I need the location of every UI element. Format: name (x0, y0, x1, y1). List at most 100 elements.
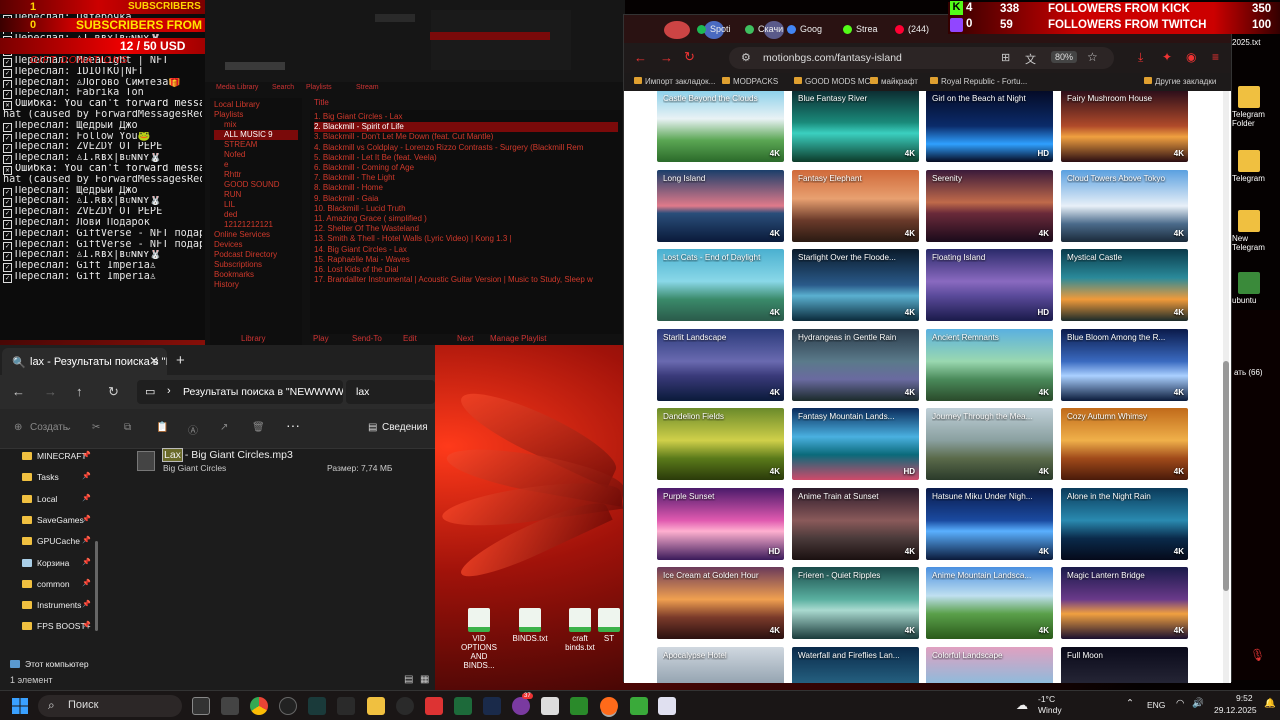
install-icon[interactable]: ⊞ (1001, 51, 1010, 64)
forward-arrow-icon[interactable]: → (44, 384, 57, 399)
player-tab[interactable]: Playlists (306, 84, 332, 91)
site-info-icon[interactable]: ⚙ (741, 51, 751, 64)
new-tab-button[interactable]: + (176, 352, 185, 369)
library-tree-item[interactable]: Playlists (214, 110, 298, 120)
app-icon[interactable] (425, 697, 443, 715)
wallpaper-card[interactable]: Purple Sunset HD (657, 487, 784, 560)
desktop-icon-right[interactable]: Telegram (1232, 150, 1280, 183)
wallpaper-card[interactable]: Apocalypse Hotel (657, 646, 784, 683)
wallpaper-card[interactable]: Journey Through the Mea... 4K (926, 408, 1053, 480)
track-row[interactable]: 17. Brandallter Instrumental | Acoustic … (314, 275, 618, 285)
desktop-icon-right[interactable]: New Telegram (1232, 210, 1280, 252)
zoom-level[interactable]: 80% (1051, 51, 1078, 63)
sidebar-item[interactable]: Local 📌 (22, 494, 91, 504)
wallpaper-card[interactable]: Starlit Landscape 4K (657, 328, 784, 401)
download-icon[interactable]: ⤓ (1138, 50, 1143, 65)
taskbar-search[interactable]: ⌕ Поиск (38, 695, 182, 717)
library-tree-item[interactable]: Devices (214, 240, 298, 250)
player-tab[interactable]: Media Library (216, 84, 258, 91)
sidebar-item[interactable]: MINECRAFT 📌 (22, 451, 91, 461)
path-field[interactable]: ▭ › Результаты поиска в "NEWWWW" (137, 380, 343, 404)
player-library-tree[interactable]: Local Library Playlists mix ALL MUSIC 9 STRE… (210, 98, 302, 348)
firefox-icon[interactable] (600, 697, 618, 715)
track-row[interactable]: 3. Blackmill - Don't Let Me Down (feat. … (314, 132, 618, 142)
sidebar-item[interactable]: SaveGames 📌 (22, 515, 91, 525)
wallpaper-card[interactable]: Frieren - Quiet Ripples 4K (792, 567, 919, 639)
wallpaper-card[interactable]: Fantasy Mountain Lands... HD (792, 408, 919, 480)
wallpaper-card[interactable]: Cozy Autumn Whimsy 4K (1061, 408, 1188, 480)
excel-icon[interactable] (454, 697, 472, 715)
details-button[interactable]: Сведения (382, 422, 428, 433)
library-tree-item[interactable]: LIL (214, 200, 298, 210)
wallpaper-card[interactable]: Floating Island HD (926, 249, 1053, 321)
track-row[interactable]: 6. Blackmill - Coming of Age (314, 163, 618, 173)
track-list-header[interactable]: Title (310, 98, 622, 108)
player-tab[interactable]: Stream (356, 84, 379, 91)
forward-arrow-icon[interactable]: → (660, 50, 673, 65)
wallpaper-card[interactable]: Cloud Towers Above Tokyo 4K (1061, 169, 1188, 242)
up-arrow-icon[interactable]: ↑ (76, 384, 83, 399)
file-explorer-window[interactable]: 🔍 lax - Результаты поиска в "NE ✕ + ← → … (0, 345, 435, 690)
track-row[interactable]: 2. Blackmill - Spirit of Life (314, 122, 618, 133)
sidebar-scrollbar[interactable] (95, 541, 98, 631)
paste-icon[interactable]: 📋 (156, 422, 168, 433)
sidebar-item[interactable]: Instruments 📌 (22, 600, 91, 610)
bookmark-item[interactable]: Royal Republic - Fortu... (930, 77, 1027, 86)
browser-tab[interactable]: Скачи (742, 19, 787, 41)
library-tree-item[interactable]: RUN (214, 190, 298, 200)
sidebar-item[interactable]: Этот компьютер (10, 659, 89, 669)
player-track-list[interactable]: 1. Big Giant Circles - Lax 2. Blackmill -… (310, 110, 622, 334)
browser-window[interactable]: SpotiСкачиGoogStrea(244)✕ ← → ↻ ⚙ motion… (623, 14, 1232, 683)
page-scrollbar-thumb[interactable] (1223, 361, 1229, 591)
track-row[interactable]: 5. Blackmill - Let It Be (feat. Veela) (314, 153, 618, 163)
library-tree-item[interactable]: ALL MUSIC 9 (214, 130, 298, 140)
explorer-tab[interactable]: 🔍 lax - Результаты поиска в "NE ✕ (2, 348, 167, 375)
wallpaper-card[interactable]: Serenity 4K (926, 169, 1053, 242)
bookmark-item[interactable]: MODPACKS (722, 77, 778, 86)
library-tree-item[interactable]: Podcast Directory (214, 250, 298, 260)
desktop-icon-right[interactable]: ubuntu (1232, 272, 1280, 305)
music-player-window[interactable]: Media Library Search Playlists Stream Lo… (205, 0, 625, 348)
wallpaper-card[interactable]: Hydrangeas in Gentle Rain 4K (792, 328, 919, 401)
notifications-icon[interactable]: 🔔 (1264, 698, 1276, 709)
browser-tab[interactable]: Spoti (694, 19, 735, 41)
wallpaper-card[interactable]: Fantasy Elephant 4K (792, 169, 919, 242)
microphone-icon[interactable]: 🎙 (1250, 648, 1265, 662)
close-icon[interactable]: ✕ (149, 354, 159, 368)
bookmark-item[interactable]: Импорт закладок... (634, 77, 715, 86)
app-icon[interactable] (630, 697, 648, 715)
track-row[interactable]: 13. Smith & Thell - Hotel Walls (Lyric V… (314, 234, 618, 244)
clock-time[interactable]: 9:52 (1236, 693, 1253, 703)
wallpaper-card[interactable]: Dandelion Fields 4K (657, 408, 784, 480)
wallpaper-card[interactable]: Waterfall and Fireflies Lan... (792, 646, 919, 683)
library-tree-item[interactable]: History (214, 280, 298, 290)
library-tree-item[interactable]: e (214, 160, 298, 170)
track-row[interactable]: 14. Big Giant Circles - Lax (314, 245, 618, 255)
track-row[interactable]: 7. Blackmill - The Light (314, 173, 618, 183)
notepad-icon[interactable] (658, 697, 676, 715)
app-icon[interactable] (396, 697, 414, 715)
library-tree-item[interactable]: mix (214, 120, 298, 130)
library-tree-item[interactable]: STREAM (214, 140, 298, 150)
delete-icon[interactable]: 🗑 (252, 422, 265, 433)
url-bar[interactable]: ⚙ motionbgs.com/fantasy-island ⊞ 文 80% ☆ (729, 47, 1114, 69)
wallpaper-card[interactable]: Blue Bloom Among the R... 4K (1061, 328, 1188, 401)
wallpaper-card[interactable]: Long Island 4K (657, 169, 784, 242)
browser-tab[interactable]: Strea (840, 19, 882, 41)
copy-icon[interactable]: ⧉ (124, 422, 131, 433)
player-bottom-button[interactable]: Play (313, 334, 329, 343)
player-tabs[interactable]: Media Library Search Playlists Stream (210, 84, 620, 96)
sidebar-item[interactable]: FPS BOOST+ 📌 (22, 621, 91, 631)
player-slider[interactable] (375, 14, 415, 22)
track-row[interactable]: 9. Blackmill - Gaia (314, 194, 618, 204)
track-row[interactable]: 4. Blackmill vs Coldplay - Lorenzo Rizzo… (314, 143, 618, 153)
player-bottom-button[interactable]: Edit (403, 334, 417, 343)
track-row[interactable]: 12. Shelter Of The Wasteland (314, 224, 618, 234)
back-arrow-icon[interactable]: ← (12, 384, 25, 399)
wallpaper-card[interactable]: Full Moon (1061, 646, 1188, 683)
library-tree-item[interactable]: Nofed (214, 150, 298, 160)
terminal-icon[interactable] (192, 697, 210, 715)
wallpaper-card[interactable]: Ancient Remnants 4K (926, 328, 1053, 401)
app-icon[interactable] (308, 697, 326, 715)
wallpaper-card[interactable]: Anime Train at Sunset 4K (792, 487, 919, 560)
